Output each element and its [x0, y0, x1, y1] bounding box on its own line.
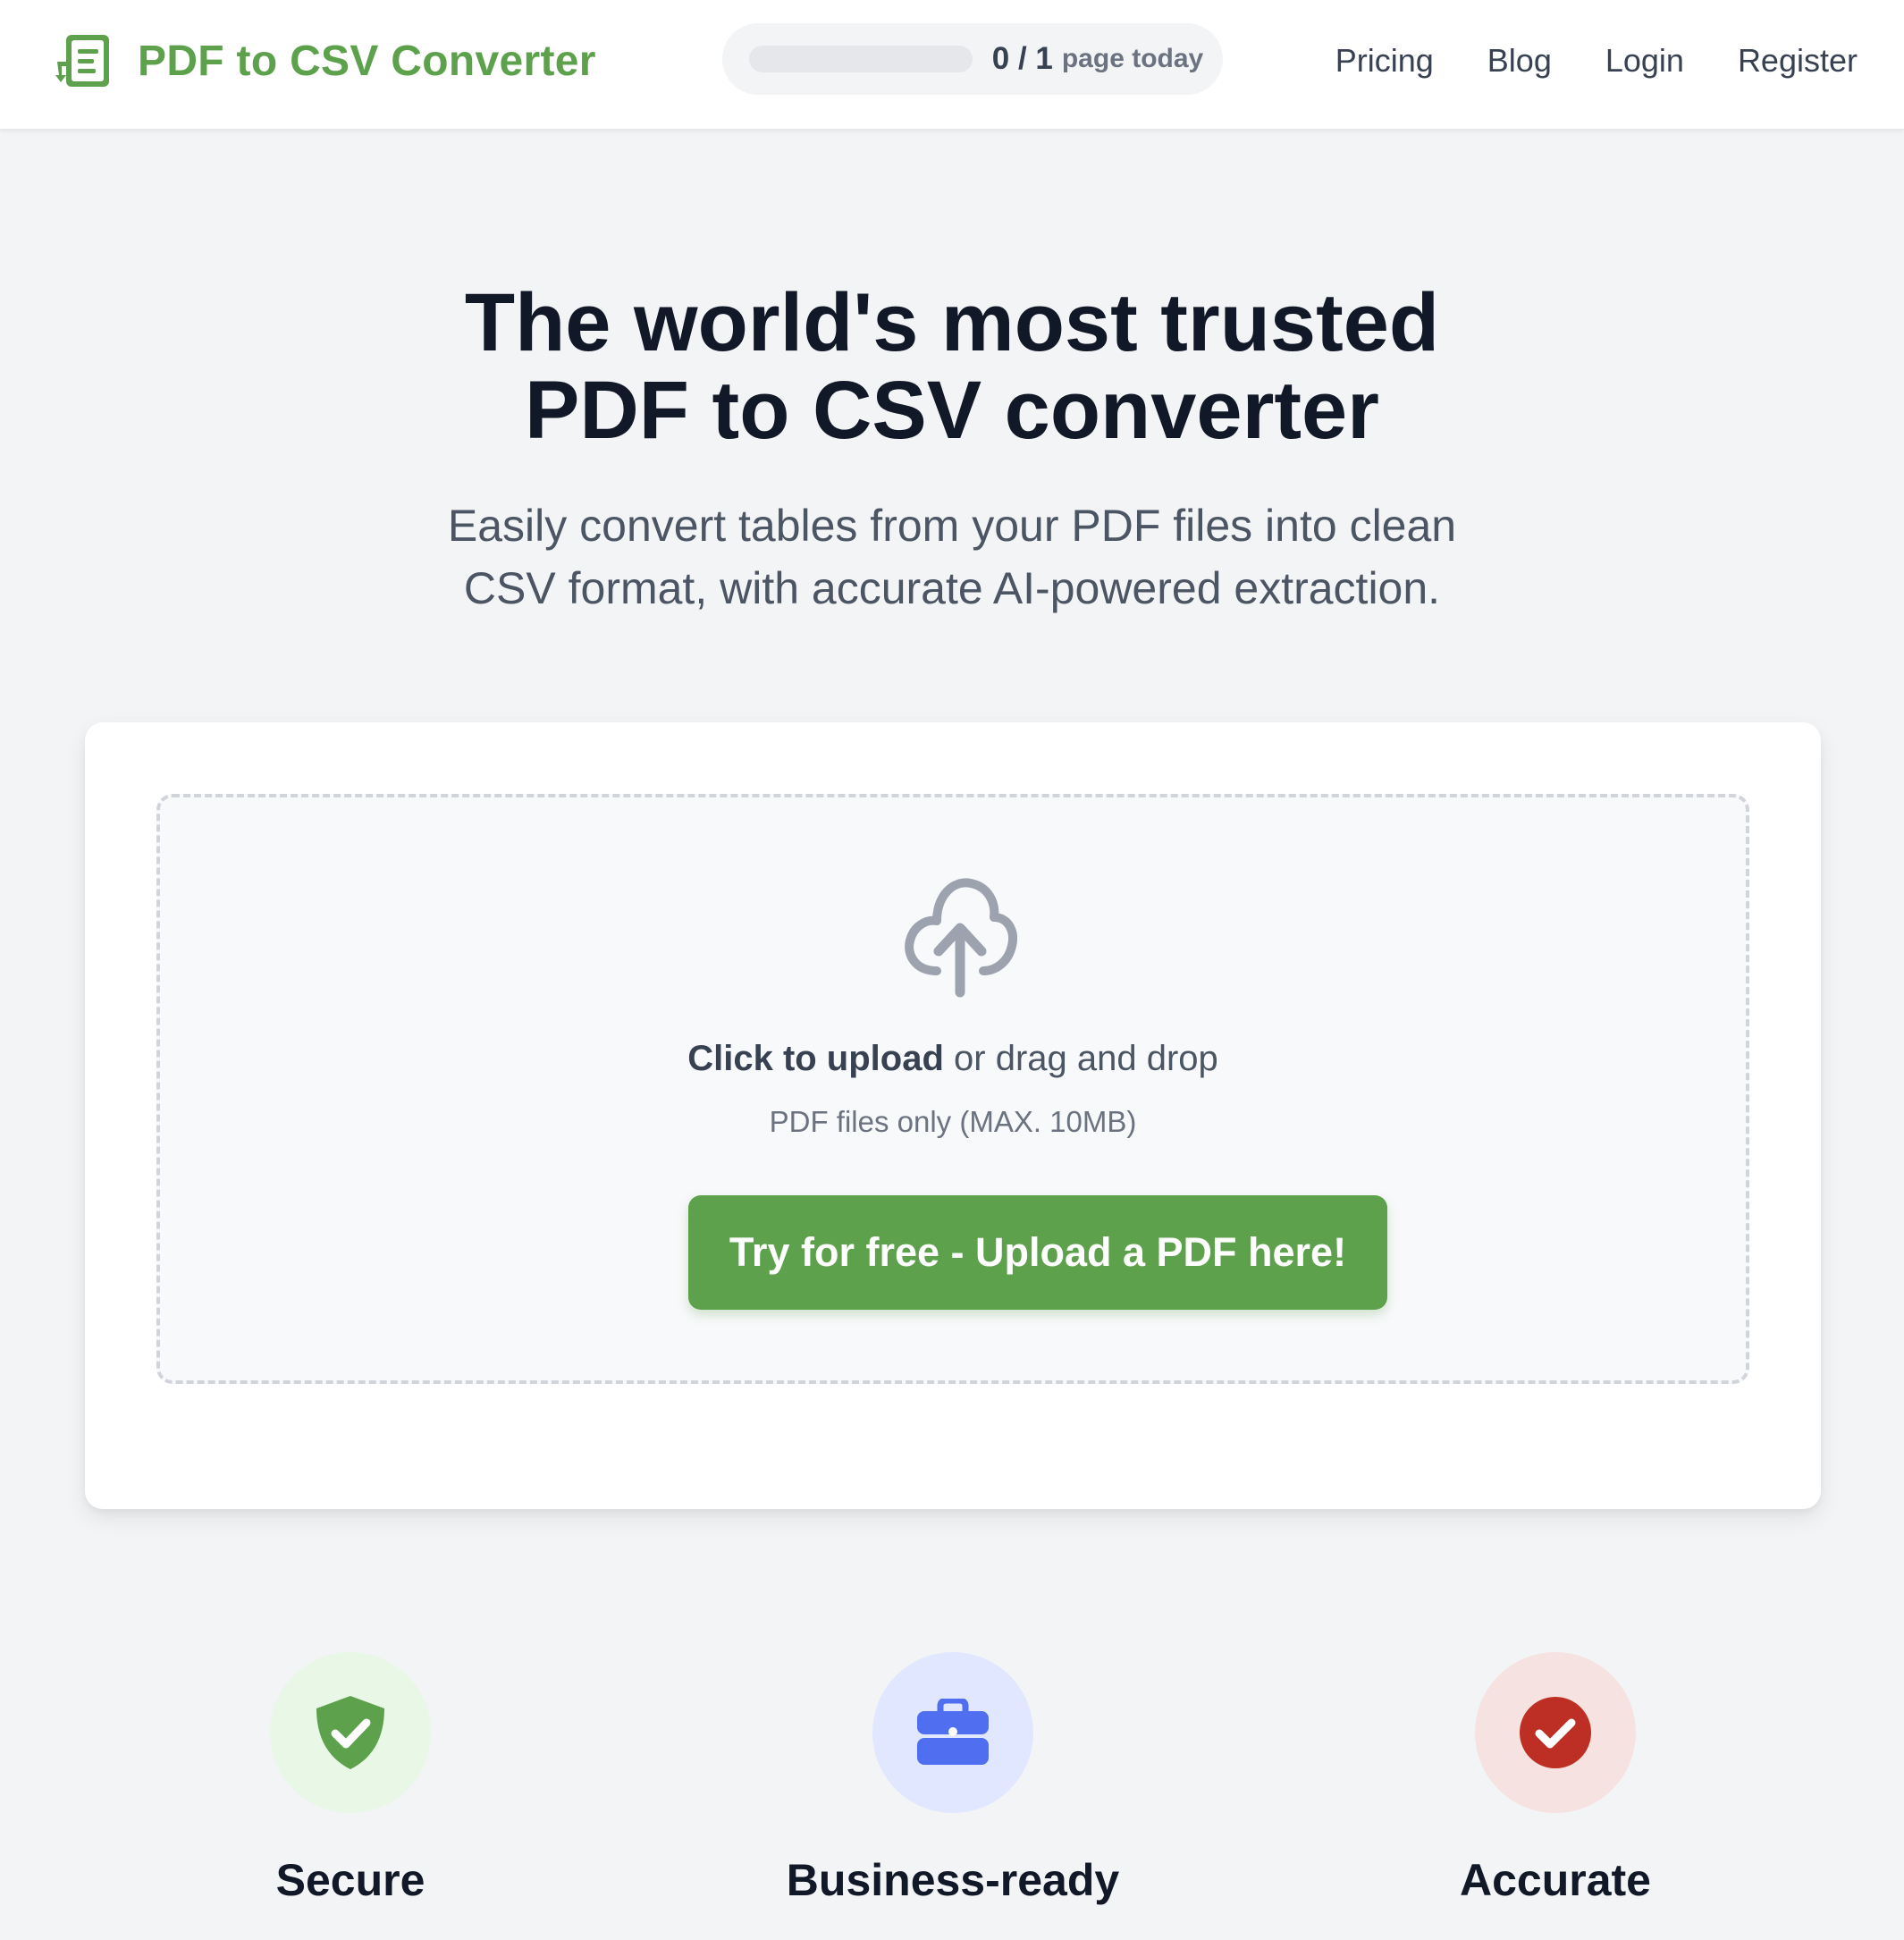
brand-name: PDF to CSV Converter [138, 37, 596, 85]
feature-business-ready: Business-ready [685, 1652, 1221, 1920]
usage-label: page today [1061, 44, 1204, 73]
document-list-icon [55, 35, 109, 87]
hero-title: The world's most trusted PDF to CSV conv… [0, 279, 1904, 454]
usage-text: 0 / 1 page today [990, 23, 1205, 95]
cloud-upload-icon [905, 878, 1017, 998]
usage-count: 0 / 1 [991, 41, 1053, 76]
nav-register-link[interactable]: Register [1738, 42, 1858, 80]
shield-check-icon [316, 1696, 384, 1769]
usage-progress-bar [749, 46, 973, 72]
top-header: PDF to CSV Converter 0 / 1 page today Pr… [0, 0, 1904, 130]
hero-subtitle-line1: Easily convert tables from your PDF file… [447, 501, 1457, 551]
nav-blog-link[interactable]: Blog [1487, 42, 1552, 80]
nav-login-link[interactable]: Login [1605, 42, 1684, 80]
feature-secure-icon-circle [270, 1652, 431, 1813]
upload-file-hint: PDF files only (MAX. 10MB) [769, 1105, 1137, 1138]
feature-accurate: Accurate [1287, 1652, 1824, 1920]
upload-instruction: Click to upload or drag and drop [160, 1039, 1746, 1079]
upload-pdf-button[interactable]: Try for free - Upload a PDF here! [688, 1195, 1387, 1310]
main-nav: Pricing Blog Login Register [1335, 30, 1858, 91]
feature-secure: Secure [82, 1652, 619, 1920]
feature-accurate-title: Accurate [1460, 1855, 1651, 1905]
drag-drop-text: or drag and drop [943, 1039, 1218, 1078]
feature-secure-title: Secure [275, 1855, 425, 1905]
usage-indicator: 0 / 1 page today [722, 23, 1223, 95]
nav-pricing-link[interactable]: Pricing [1335, 42, 1434, 80]
feature-accurate-icon-circle [1475, 1652, 1636, 1813]
click-to-upload-text[interactable]: Click to upload [687, 1039, 944, 1078]
feature-business-icon-circle [872, 1652, 1033, 1813]
hero-title-line2: PDF to CSV converter [525, 365, 1379, 456]
hero-title-line1: The world's most trusted [464, 277, 1440, 368]
upload-card: Click to upload or drag and drop PDF fil… [85, 722, 1821, 1509]
upload-dropzone[interactable]: Click to upload or drag and drop PDF fil… [156, 794, 1749, 1384]
check-circle-icon [1520, 1697, 1591, 1768]
hero-subtitle: Easily convert tables from your PDF file… [0, 494, 1904, 620]
brand-link[interactable]: PDF to CSV Converter [54, 30, 596, 91]
hero-subtitle-line2: CSV format, with accurate AI-powered ext… [463, 563, 1441, 613]
briefcase-icon [917, 1699, 989, 1765]
feature-business-title: Business-ready [786, 1855, 1120, 1905]
